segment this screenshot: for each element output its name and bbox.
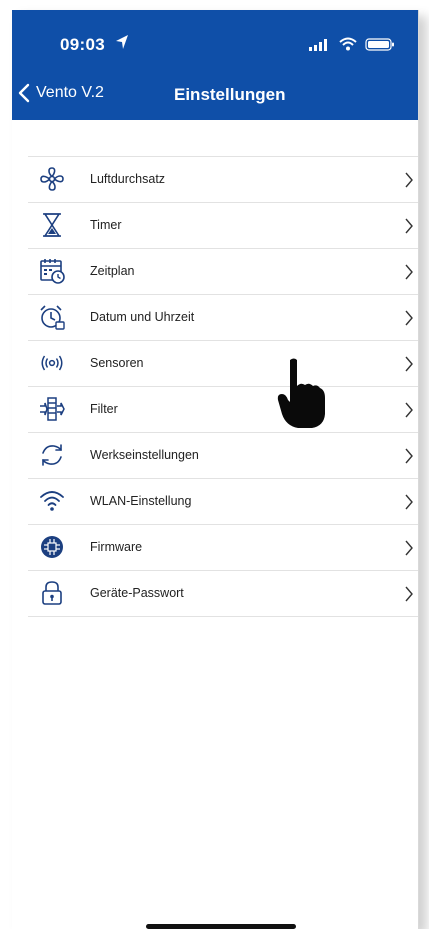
menu-item-label: Luftdurchsatz bbox=[90, 172, 166, 186]
menu-item-luftdurchsatz[interactable]: Luftdurchsatz bbox=[28, 156, 418, 203]
alarm-clock-icon bbox=[40, 305, 65, 330]
chevron-right-icon bbox=[405, 540, 413, 556]
menu-item-zeitplan[interactable]: Zeitplan bbox=[28, 249, 418, 295]
app-screen: 09:03 Vento V.2 Einstellungen Luftdurchs… bbox=[12, 10, 419, 929]
reset-arrows-icon bbox=[42, 444, 62, 466]
sensor-waves-icon bbox=[41, 355, 63, 371]
chevron-right-icon bbox=[405, 402, 413, 418]
pointing-hand-icon bbox=[277, 358, 325, 428]
menu-item-label: Zeitplan bbox=[90, 264, 135, 278]
settings-list: Luftdurchsatz Timer Zeitplan Datum und U… bbox=[28, 156, 418, 617]
chevron-right-icon bbox=[405, 264, 413, 280]
menu-item-label: Datum und Uhrzeit bbox=[90, 310, 195, 324]
wifi-icon bbox=[40, 491, 64, 511]
nav-bar: Vento V.2 Einstellungen bbox=[12, 76, 418, 112]
back-button[interactable]: Vento V.2 bbox=[18, 80, 104, 106]
status-bar: 09:03 bbox=[12, 10, 418, 70]
chevron-right-icon bbox=[405, 494, 413, 510]
wifi-icon bbox=[339, 37, 357, 51]
lock-icon bbox=[42, 581, 62, 605]
battery-icon bbox=[365, 38, 394, 51]
chevron-right-icon bbox=[405, 448, 413, 464]
menu-item-werkseinstellungen[interactable]: Werkseinstellungen bbox=[28, 433, 418, 479]
chevron-left-icon bbox=[18, 83, 30, 103]
menu-item-label: Filter bbox=[90, 402, 118, 416]
chevron-right-icon bbox=[405, 218, 413, 234]
status-icons bbox=[309, 37, 399, 53]
filter-icon bbox=[40, 397, 65, 421]
location-arrow-icon bbox=[116, 35, 128, 49]
chevron-right-icon bbox=[405, 586, 413, 602]
menu-item-label: Firmware bbox=[90, 540, 143, 554]
app-header: 09:03 Vento V.2 Einstellungen bbox=[12, 10, 418, 120]
chevron-right-icon bbox=[405, 356, 413, 372]
menu-item-wlan-einstellung[interactable]: WLAN-Einstellung bbox=[28, 479, 418, 525]
status-time: 09:03 bbox=[60, 35, 105, 54]
back-label: Vento V.2 bbox=[36, 84, 104, 101]
menu-item-label: Timer bbox=[90, 218, 122, 232]
menu-item-label: Geräte-Passwort bbox=[90, 586, 184, 600]
chevron-right-icon bbox=[405, 310, 413, 326]
hourglass-icon bbox=[43, 213, 61, 237]
signal-icon bbox=[309, 39, 327, 51]
menu-item-sensoren[interactable]: Sensoren bbox=[28, 341, 418, 387]
calendar-clock-icon bbox=[40, 259, 65, 284]
fan-icon bbox=[40, 167, 64, 191]
menu-item-label: Sensoren bbox=[90, 356, 144, 370]
chevron-right-icon bbox=[405, 172, 413, 188]
menu-item-geraete-passwort[interactable]: Geräte-Passwort bbox=[28, 571, 418, 617]
menu-item-label: WLAN-Einstellung bbox=[90, 494, 192, 508]
page-title: Einstellungen bbox=[174, 85, 286, 104]
home-indicator bbox=[146, 924, 296, 929]
menu-item-filter[interactable]: Filter bbox=[28, 387, 418, 433]
menu-item-label: Werkseinstellungen bbox=[90, 448, 199, 462]
chip-globe-icon bbox=[41, 536, 63, 558]
menu-item-timer[interactable]: Timer bbox=[28, 203, 418, 249]
menu-item-datum-und-uhrzeit[interactable]: Datum und Uhrzeit bbox=[28, 295, 418, 341]
menu-item-firmware[interactable]: Firmware bbox=[28, 525, 418, 571]
